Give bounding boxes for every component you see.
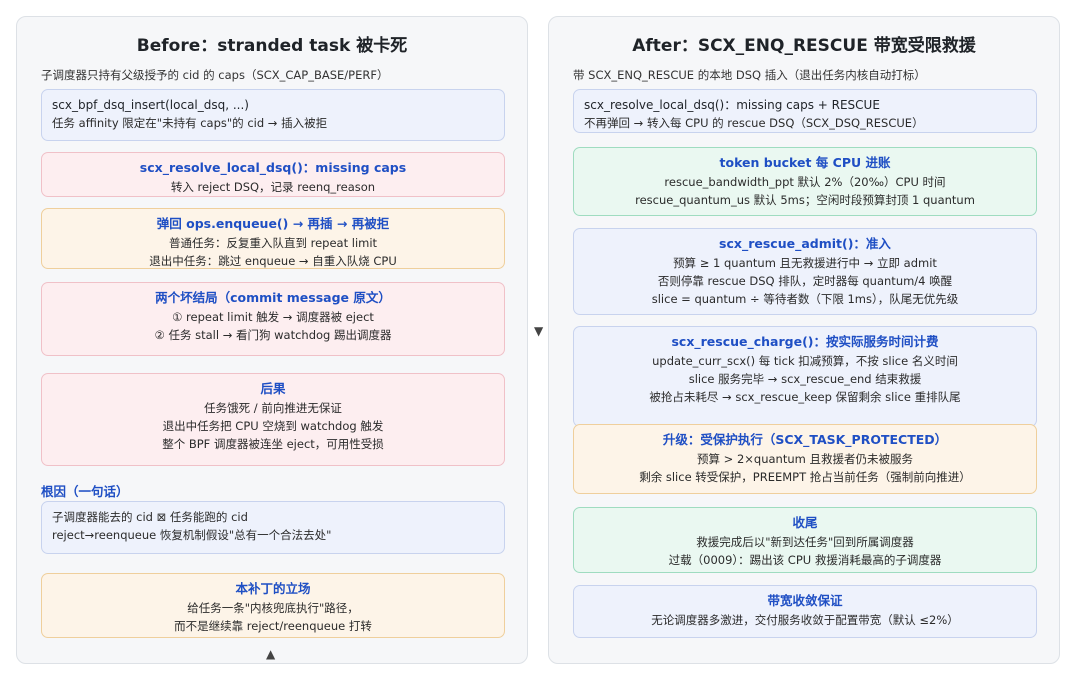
root-cause-box: 子调度器能去的 cid ⊠ 任务能跑的 cid reject→reenqueue…	[41, 501, 505, 554]
rescue-charge-head: scx_rescue_charge()：按实际服务时间计费	[671, 334, 939, 349]
finish-line2: 过载（0009）：踢出该 CPU 救援消耗最高的子调度器	[668, 553, 942, 567]
rescue-admit-line1: 预算 ≥ 1 quantum 且无救援进行中 → 立即 admit	[673, 256, 937, 270]
bounce-head: 弹回 ops.enqueue() → 再插 → 再被拒	[156, 216, 390, 231]
dsq-insert-desc: 任务 affinity 限定在"未持有 caps"的 cid → 插入被拒	[52, 116, 328, 130]
protected-upgrade-box: 升级：受保护执行（SCX_TASK_PROTECTED） 预算 > 2×quan…	[573, 424, 1037, 494]
token-bucket-line2: rescue_quantum_us 默认 5ms；空闲时段预算封顶 1 quan…	[635, 193, 975, 207]
before-note: 子调度器只持有父级授予的 cid 的 caps（SCX_CAP_BASE/PER…	[41, 68, 389, 82]
finish-head: 收尾	[792, 515, 818, 530]
root-cause-line2: reject→reenqueue 恢复机制假设"总有一个合法去处"	[52, 528, 332, 542]
protected-upgrade-head: 升级：受保护执行（SCX_TASK_PROTECTED）	[662, 432, 948, 447]
triangle-up-icon: ▲	[266, 647, 276, 661]
triangle-down-icon: ▼	[534, 324, 544, 338]
rescue-charge-line2: slice 服务完毕 → scx_rescue_end 结束救援	[688, 372, 922, 386]
dsq-insert-box: scx_bpf_dsq_insert(local_dsq, ...) 任务 af…	[41, 89, 505, 141]
bad-outcomes-box: 两个坏结局（commit message 原文） ① repeat limit …	[41, 282, 505, 356]
bounce-line1: 普通任务：反复重入队直到 repeat limit	[168, 236, 378, 250]
bandwidth-guarantee-head: 带宽收敛保证	[767, 593, 843, 608]
consequence-box: 后果 任务饿死 / 前向推进无保证 退出中任务把 CPU 空烧到 watchdo…	[41, 373, 505, 466]
root-cause-label: 根因（一句话）	[41, 484, 129, 499]
token-bucket-head: token bucket 每 CPU 进账	[719, 155, 891, 170]
after-panel: After：SCX_ENQ_RESCUE 带宽受限救援 带 SCX_ENQ_RE…	[548, 16, 1060, 664]
before-title: Before：stranded task 被卡死	[136, 36, 408, 56]
rescue-admit-head: scx_rescue_admit()：准入	[719, 236, 891, 251]
rescue-charge-line3: 被抢占未耗尽 → scx_rescue_keep 保留剩余 slice 重排队尾	[649, 390, 961, 404]
consequence-line1: 任务饿死 / 前向推进无保证	[204, 401, 342, 415]
rescue-charge-line1: update_curr_scx() 每 tick 扣减预算，不按 slice 名…	[652, 354, 958, 368]
bounce-box: 弹回 ops.enqueue() → 再插 → 再被拒 普通任务：反复重入队直到…	[41, 208, 505, 269]
bandwidth-guarantee-box: 带宽收敛保证 无论调度器多激进，交付服务收敛于配置带宽（默认 ≤2%）	[573, 585, 1037, 638]
bad-outcomes-line2: ② 任务 stall → 看门狗 watchdog 踢出调度器	[154, 328, 392, 342]
consequence-head: 后果	[260, 381, 286, 396]
patch-stance-line1: 给任务一条"内核兜底执行"路径，	[187, 601, 359, 615]
bounce-line2: 退出中任务：跳过 enqueue → 自重入队烧 CPU	[149, 254, 397, 268]
finish-box: 收尾 救援完成后以"新到达任务"回到所属调度器 过载（0009）：踢出该 CPU…	[573, 507, 1037, 573]
resolve-missing-caps-line1: 转入 reject DSQ，记录 reenq_reason	[170, 180, 376, 194]
resolve-rescue-box: scx_resolve_local_dsq()：missing caps + R…	[573, 89, 1037, 133]
consequence-line3: 整个 BPF 调度器被连坐 eject，可用性受损	[162, 437, 384, 451]
token-bucket-box: token bucket 每 CPU 进账 rescue_bandwidth_p…	[573, 147, 1037, 216]
after-title: After：SCX_ENQ_RESCUE 带宽受限救援	[632, 36, 976, 56]
protected-upgrade-line1: 预算 > 2×quantum 且救援者仍未被服务	[697, 452, 913, 466]
bandwidth-guarantee-line1: 无论调度器多激进，交付服务收敛于配置带宽（默认 ≤2%）	[651, 613, 959, 627]
dsq-insert-call: scx_bpf_dsq_insert(local_dsq, ...)	[52, 98, 249, 112]
protected-upgrade-line2: 剩余 slice 转受保护，PREEMPT 抢占当前任务（强制前向推进）	[639, 470, 971, 484]
finish-line1: 救援完成后以"新到达任务"回到所属调度器	[696, 535, 914, 549]
patch-stance-box: 本补丁的立场 给任务一条"内核兜底执行"路径， 而不是继续靠 reject/re…	[41, 573, 505, 638]
resolve-missing-caps-head: scx_resolve_local_dsq()：missing caps	[139, 160, 407, 175]
rescue-charge-box: scx_rescue_charge()：按实际服务时间计费 update_cur…	[573, 326, 1037, 427]
bad-outcomes-line1: ① repeat limit 触发 → 调度器被 eject	[172, 310, 374, 324]
resolve-missing-caps-box: scx_resolve_local_dsq()：missing caps 转入 …	[41, 152, 505, 197]
rescue-admit-line3: slice = quantum ÷ 等待者数（下限 1ms），队尾无优先级	[651, 292, 959, 306]
before-panel: Before：stranded task 被卡死 子调度器只持有父级授予的 ci…	[16, 16, 528, 664]
consequence-line2: 退出中任务把 CPU 空烧到 watchdog 触发	[162, 419, 384, 433]
after-note: 带 SCX_ENQ_RESCUE 的本地 DSQ 插入（退出任务内核自动打标）	[573, 68, 926, 82]
patch-stance-line2: 而不是继续靠 reject/reenqueue 打转	[174, 619, 372, 633]
resolve-rescue-line2: 不再弹回 → 转入每 CPU 的 rescue DSQ（SCX_DSQ_RESC…	[584, 116, 924, 130]
patch-stance-head: 本补丁的立场	[235, 581, 311, 596]
resolve-rescue-line1: scx_resolve_local_dsq()：missing caps + R…	[584, 98, 880, 112]
token-bucket-line1: rescue_bandwidth_ppt 默认 2%（20‰）CPU 时间	[664, 175, 946, 189]
root-cause-line1: 子调度器能去的 cid ⊠ 任务能跑的 cid	[52, 510, 248, 524]
rescue-admit-box: scx_rescue_admit()：准入 预算 ≥ 1 quantum 且无救…	[573, 228, 1037, 315]
rescue-admit-line2: 否则停靠 rescue DSQ 排队，定时器每 quantum/4 唤醒	[657, 274, 953, 288]
bad-outcomes-head: 两个坏结局（commit message 原文）	[155, 290, 391, 305]
